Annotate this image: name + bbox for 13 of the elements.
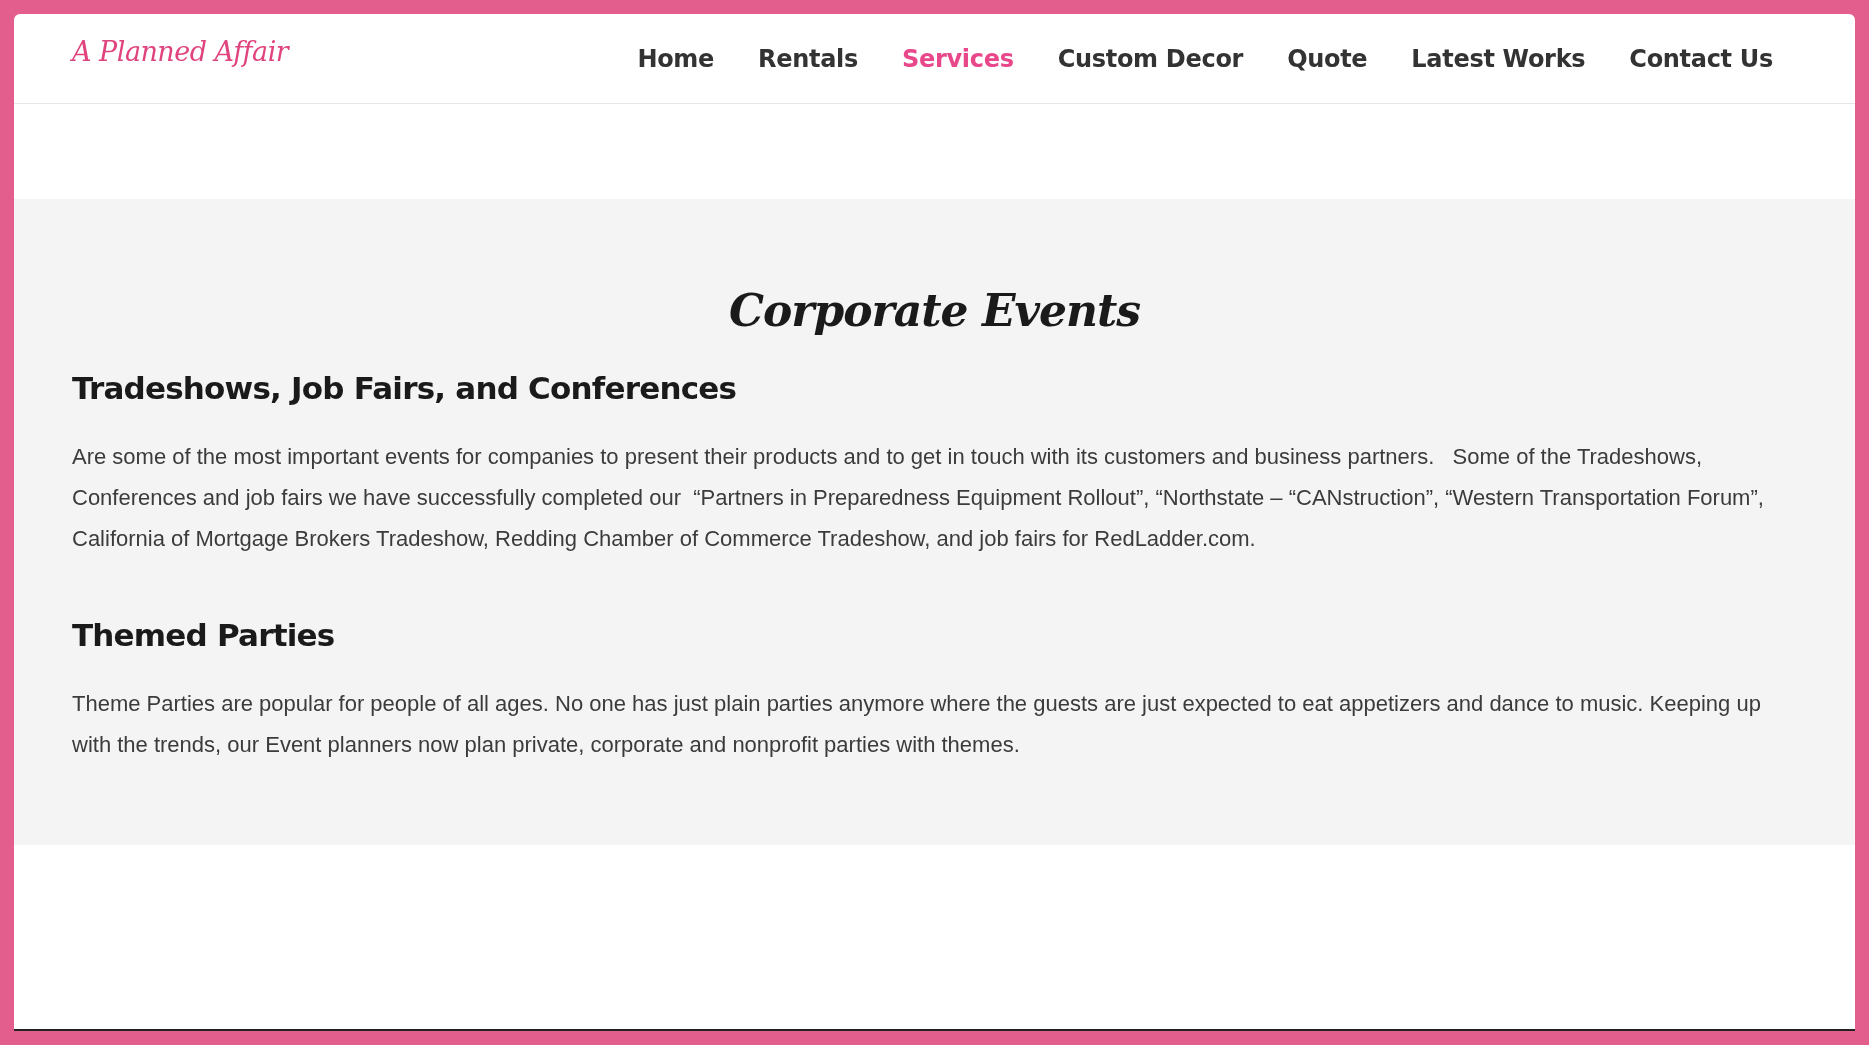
paragraph: Are some of the most important events for companies to present their products and to get in touch with its customers and business partners. Some of the Tradeshows, Conferences and job fairs we have successfully completed our “Partners in Preparedness Equipment Rollout”, “Northstate – “CANstruction”, “Western Transportation Forum”, California of Mortgage Brokers Tradeshow, Redding Chamber of Commerce Tradeshow, and job fairs for RedLadder.com. (72, 443, 1765, 553)
logo-link[interactable]: A Planned Affair (72, 36, 289, 67)
section-heading: Themed Parties (72, 617, 336, 653)
section-title: Corporate Events (727, 285, 1142, 336)
nav-link[interactable]: Custom Decor (1057, 44, 1244, 73)
nav-link[interactable]: Services (902, 44, 1014, 73)
nav-link[interactable]: Home (637, 44, 715, 73)
paragraph: Theme Parties are popular for people of all ages. No one has just plain parties anymore where the guests are just expected to eat appetizers and dance to music. Keeping up with the trends, our Event planners now plan private, corporate and nonprofit parties with themes. (72, 690, 1762, 759)
nav-link[interactable]: Quote (1287, 44, 1368, 73)
nav-link[interactable]: Rentals (758, 44, 858, 73)
nav-link[interactable]: Latest Works (1411, 44, 1586, 73)
nav-link[interactable]: Contact Us (1629, 44, 1773, 73)
section-heading: Tradeshows, Job Fairs, and Conferences (72, 370, 738, 406)
